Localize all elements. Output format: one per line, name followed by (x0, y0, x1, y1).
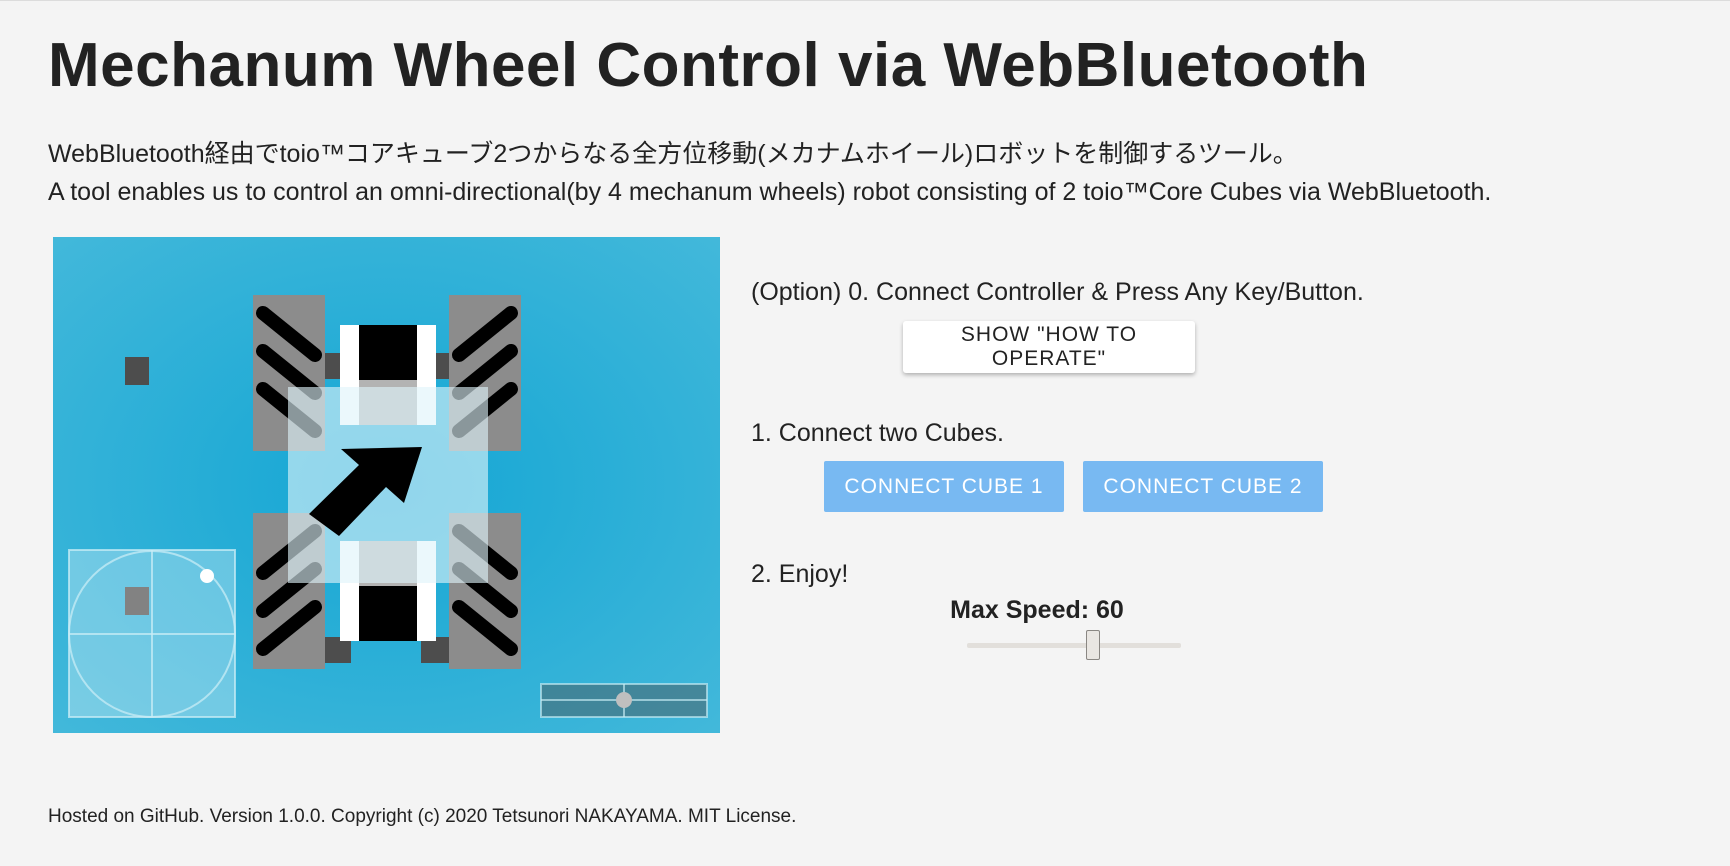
step2-label: 2. Enjoy! (751, 560, 849, 588)
footer-text: Hosted on GitHub. Version 1.0.0. Copyrig… (48, 806, 797, 827)
control-panel: (Option) 0. Connect Controller & Press A… (751, 0, 1511, 760)
max-speed-label: Max Speed: 60 (950, 596, 1124, 624)
max-speed-slider-track[interactable] (967, 643, 1181, 648)
joystick-knob[interactable] (200, 569, 214, 583)
step1-label: 1. Connect two Cubes. (751, 419, 1004, 447)
rotation-slider[interactable] (540, 683, 708, 718)
rotation-slider-knob[interactable] (616, 692, 632, 708)
max-speed-slider-thumb[interactable] (1086, 630, 1101, 660)
robot-control-visual (53, 237, 720, 733)
joystick-pad[interactable] (68, 549, 236, 718)
connect-cube1-button[interactable]: CONNECT CUBE 1 (824, 461, 1064, 512)
step0-label: (Option) 0. Connect Controller & Press A… (751, 278, 1364, 306)
connect-cube2-button[interactable]: CONNECT CUBE 2 (1083, 461, 1323, 512)
show-how-to-operate-button[interactable]: SHOW "HOW TO OPERATE" (903, 321, 1195, 373)
